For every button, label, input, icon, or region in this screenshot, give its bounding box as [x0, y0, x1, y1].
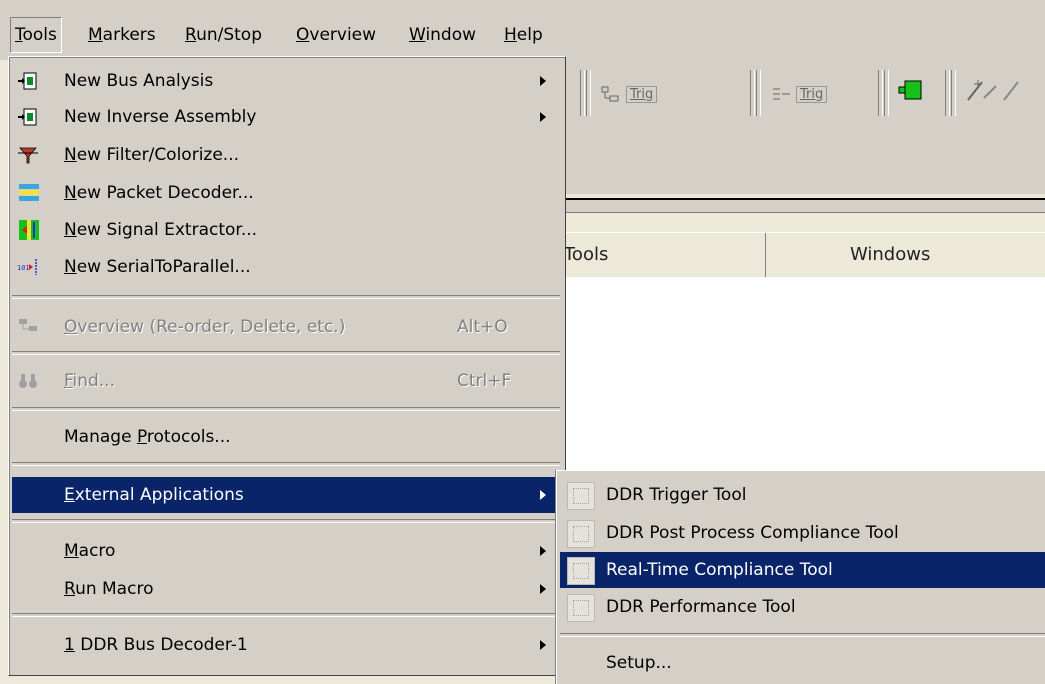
application-placeholder-icon — [567, 482, 595, 510]
tools-dropdown-menu: New Bus Analysis New Inverse Assembly Ne… — [8, 56, 566, 676]
shortcut-label: Alt+O — [457, 317, 508, 337]
menu-overview[interactable]: Overview — [292, 18, 380, 52]
column-header-windows[interactable]: Windows — [850, 233, 930, 277]
menu-item-external-applications[interactable]: External Applications — [12, 477, 560, 513]
menu-item-recent-ddr-bus-decoder[interactable]: 1 DDR Bus Decoder-1 — [12, 627, 560, 663]
submenu-arrow-icon — [540, 640, 546, 650]
menu-run-stop[interactable]: Run/Stop — [181, 18, 266, 52]
trigger-sequence-icon — [601, 86, 619, 102]
trigger-list-icon — [773, 88, 790, 100]
menu-item-find: Find... Ctrl+F — [12, 363, 560, 399]
menu-help[interactable]: Help — [500, 18, 547, 52]
shortcut-label: Ctrl+F — [457, 371, 512, 391]
menu-separator — [12, 407, 560, 411]
submenu-arrow-icon — [540, 112, 546, 122]
toolbar-separator — [884, 70, 889, 116]
submenu-arrow-icon — [540, 584, 546, 594]
toolbar-separator — [750, 70, 755, 116]
menu-bar: Tools Markers Run/Stop Overview Window H… — [0, 0, 1045, 60]
signal-extractor-icon — [19, 220, 39, 240]
svg-text:101: 101 — [17, 264, 30, 272]
submenu-item-ddr-performance-tool[interactable]: DDR Performance Tool — [560, 589, 1045, 625]
menu-item-overview: Overview (Re-order, Delete, etc.) Alt+O — [12, 309, 560, 345]
packet-decoder-icon — [19, 184, 39, 201]
submenu-item-ddr-trigger-tool[interactable]: DDR Trigger Tool — [560, 477, 1045, 513]
menu-separator — [12, 519, 560, 523]
toolbar-separator — [878, 70, 883, 116]
submenu-arrow-icon — [540, 490, 546, 500]
toolbar-separator — [951, 70, 956, 116]
external-applications-submenu: DDR Trigger Tool DDR Post Process Compli… — [556, 470, 1045, 684]
trigger-button-2[interactable]: Trig — [770, 80, 828, 108]
menu-separator — [12, 613, 560, 617]
table-header: Tools Windows — [560, 232, 1045, 278]
pencil-tool-icon[interactable] — [964, 76, 1024, 106]
submenu-arrow-icon — [540, 546, 546, 556]
menu-tools[interactable]: Tools — [10, 17, 62, 53]
serial-to-parallel-icon: 101 — [17, 259, 37, 275]
filter-funnel-icon — [18, 147, 38, 164]
secondary-toolbar — [560, 130, 1045, 194]
menu-item-new-packet-decoder[interactable]: New Packet Decoder... — [12, 175, 560, 211]
menu-item-new-filter-colorize[interactable]: New Filter/Colorize... — [12, 137, 560, 173]
trigger-button-1[interactable]: Trig — [600, 80, 658, 108]
menu-item-new-bus-analysis[interactable]: New Bus Analysis — [12, 63, 560, 99]
application-placeholder-icon — [567, 557, 595, 585]
pane-divider[interactable] — [560, 198, 1045, 213]
menu-separator — [560, 633, 1045, 637]
toolbar-separator — [580, 70, 585, 116]
menu-separator — [12, 351, 560, 355]
menu-markers[interactable]: Markers — [84, 18, 160, 52]
column-divider[interactable] — [765, 233, 766, 277]
toolbar-separator — [945, 70, 950, 116]
submenu-item-real-time-compliance-tool[interactable]: Real-Time Compliance Tool — [560, 552, 1045, 588]
toolbar-separator — [756, 70, 761, 116]
overview-tree-icon — [19, 319, 37, 331]
bus-analysis-icon — [18, 72, 37, 90]
column-header-tools[interactable]: Tools — [564, 233, 608, 277]
menu-item-new-signal-extractor[interactable]: New Signal Extractor... — [12, 212, 560, 248]
application-placeholder-icon — [567, 520, 595, 548]
run-plug-icon[interactable] — [897, 78, 925, 102]
menu-window[interactable]: Window — [405, 18, 480, 52]
menu-item-macro[interactable]: Macro — [12, 533, 560, 569]
submenu-item-setup[interactable]: Setup... — [560, 645, 1045, 681]
binoculars-icon — [19, 374, 37, 388]
menu-item-new-serial-to-parallel[interactable]: 101 New SerialToParallel... — [12, 249, 560, 285]
menu-separator — [12, 462, 560, 466]
menu-item-manage-protocols[interactable]: Manage Protocols... — [12, 419, 560, 455]
menu-item-new-inverse-assembly[interactable]: New Inverse Assembly — [12, 99, 560, 135]
application-placeholder-icon — [567, 594, 595, 622]
toolbar-separator — [586, 70, 591, 116]
menu-item-run-macro[interactable]: Run Macro — [12, 571, 560, 607]
menu-separator — [12, 295, 560, 299]
submenu-item-ddr-post-process-compliance-tool[interactable]: DDR Post Process Compliance Tool — [560, 515, 1045, 551]
toolbar: Trig Trig — [560, 60, 1045, 130]
inverse-assembly-icon — [18, 108, 37, 126]
submenu-arrow-icon — [540, 76, 546, 86]
